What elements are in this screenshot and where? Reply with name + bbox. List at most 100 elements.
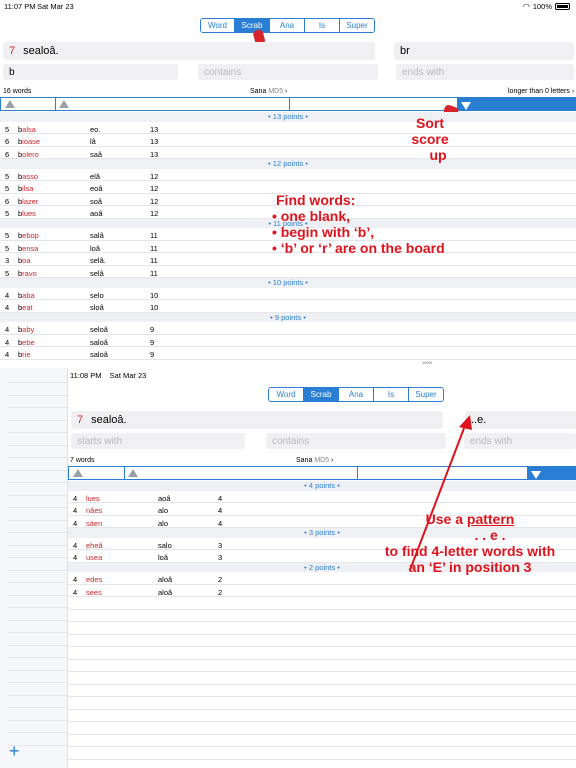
length-filter[interactable]: longer than 0 letters › — [508, 88, 574, 95]
points-group-header: • 4 points • — [68, 481, 576, 491]
table-row[interactable]: 4 bebe saloâ 9 — [0, 335, 576, 347]
sort-button[interactable] — [457, 98, 575, 110]
word-length: 4 — [73, 518, 78, 528]
points-group-header: • 9 points • — [0, 312, 576, 322]
word-length: 4 — [5, 325, 10, 334]
leftover-letters: saloâ — [90, 350, 108, 359]
contains-placeholder: contains — [204, 66, 242, 78]
md5-label: MD5 — [314, 457, 330, 464]
leftover-letters: seloâ — [90, 325, 108, 334]
ends-with-field[interactable]: ends with — [396, 64, 574, 80]
dictionary-selector[interactable]: Sana MD5 › — [250, 88, 287, 95]
sidebar-rule — [8, 394, 67, 396]
board-letters-field[interactable]: br — [394, 42, 574, 60]
tab-word[interactable]: Word — [269, 388, 303, 401]
tab-ana[interactable]: Ana — [338, 388, 373, 401]
status-bar: 11:07 PM Sat Mar 23 ◠ 100% — [0, 0, 576, 12]
word-rest: asso — [22, 171, 39, 181]
word-score: 4 — [218, 518, 223, 528]
board-letters: br — [400, 45, 410, 57]
word-rest: ebop — [22, 231, 39, 240]
empty-row — [68, 710, 576, 722]
annotation-sort-line: score — [411, 131, 449, 147]
table-row[interactable]: 4 brie saloâ 9 — [0, 347, 576, 360]
annotation-pattern-line: to find 4-letter words with — [384, 543, 556, 559]
length-slider-handle-icon[interactable] — [5, 100, 15, 108]
leftover-letters: alo — [158, 506, 169, 515]
word: bolero — [18, 150, 39, 159]
starts-with-field[interactable]: starts with — [71, 433, 245, 449]
tab-super[interactable]: Super — [408, 388, 443, 401]
annotation-pattern: Use a pattern . . e . to find 4-letter w… — [370, 511, 570, 575]
sidebar-rule — [8, 382, 67, 383]
sidebar: + — [0, 368, 68, 768]
word-score: 10 — [150, 290, 159, 300]
table-row[interactable]: 6 bolero saâ 13 — [0, 147, 576, 159]
word-score: 10 — [150, 303, 159, 312]
tab-word[interactable]: Word — [201, 19, 234, 32]
table-row[interactable]: 4 beat sloâ 10 — [0, 300, 576, 313]
leftover-letters: saloâ — [90, 337, 108, 347]
tab-scrab[interactable]: Scrab — [303, 388, 338, 401]
tab-is[interactable]: Is — [373, 388, 408, 401]
mode-tabs: Word Scrab Ana Is Super — [200, 18, 375, 33]
sidebar-rule — [8, 444, 67, 446]
table-row[interactable]: 5 balsa eo. 13 — [0, 122, 576, 134]
tab-scrab[interactable]: Scrab — [234, 19, 269, 32]
word-count: 16 words — [3, 88, 32, 95]
leftover-letters: eo. — [90, 124, 101, 134]
word-score: 11 — [150, 268, 158, 278]
sidebar-rule — [8, 632, 67, 633]
table-row[interactable]: 4 baba selo 10 — [0, 288, 576, 300]
ends-with-field[interactable]: ends with — [464, 433, 576, 449]
word-length: 3 — [5, 256, 10, 265]
sidebar-rule — [8, 719, 67, 721]
contains-field[interactable]: contains — [198, 64, 378, 80]
table-row[interactable]: 4 lues aoâ 4 — [68, 491, 576, 503]
word-rest: lazer — [22, 196, 39, 206]
md5-label: MD5 — [268, 88, 284, 95]
sort-button[interactable] — [527, 467, 575, 479]
pattern-field[interactable]: ..e. — [465, 411, 576, 429]
table-row[interactable]: 5 bravo selâ 11 — [0, 266, 576, 278]
table-row[interactable]: 4 baby seloâ 9 — [0, 322, 576, 335]
word-length: 4 — [73, 506, 78, 515]
rack-field[interactable]: 7 sealoâ. — [3, 42, 375, 60]
word-score: 13 — [150, 149, 159, 159]
starts-with-field[interactable]: b — [3, 64, 178, 80]
position-slider-handle-icon[interactable] — [59, 100, 69, 108]
word-rest: ioase — [22, 137, 41, 146]
tab-is[interactable]: Is — [304, 19, 339, 32]
sidebar-rule — [8, 707, 67, 708]
length-slider-handle-icon[interactable] — [73, 469, 83, 477]
tab-ana[interactable]: Ana — [269, 19, 304, 32]
sidebar-rule — [8, 607, 67, 608]
table-row[interactable]: 5 basso elâ 12 — [0, 169, 576, 181]
word-length: 4 — [5, 350, 10, 359]
leftover-letters: saâ — [90, 149, 103, 159]
table-row[interactable]: 4 sees aloâ 2 — [68, 585, 576, 597]
word: boa — [18, 256, 31, 265]
word: beat — [18, 303, 33, 312]
rack-field[interactable]: 7 sealoâ. — [71, 411, 443, 429]
dictionary-selector[interactable]: Sana MD5 › — [296, 457, 333, 464]
sidebar-rule — [8, 407, 67, 408]
word-rest: ensa — [22, 243, 39, 253]
position-slider-handle-icon[interactable] — [128, 469, 138, 477]
word-rest: aba — [22, 290, 35, 300]
empty-row — [68, 747, 576, 760]
word-score: 12 — [150, 209, 159, 218]
word-length: 4 — [5, 337, 10, 347]
word: bensa — [18, 244, 38, 253]
word-length: 5 — [5, 268, 10, 278]
word: lues — [86, 493, 100, 503]
table-row[interactable]: 6 bioase lâ 13 — [0, 134, 576, 147]
sidebar-rule — [8, 669, 67, 671]
sidebar-rule — [8, 594, 67, 596]
empty-row — [68, 622, 576, 635]
leftover-letters: elâ — [90, 171, 101, 181]
annotation-find-item: • begin with ‘b’, — [272, 224, 375, 240]
word: bioase — [18, 137, 40, 146]
tab-super[interactable]: Super — [339, 19, 374, 32]
mini-battery: 100% — [422, 360, 433, 365]
